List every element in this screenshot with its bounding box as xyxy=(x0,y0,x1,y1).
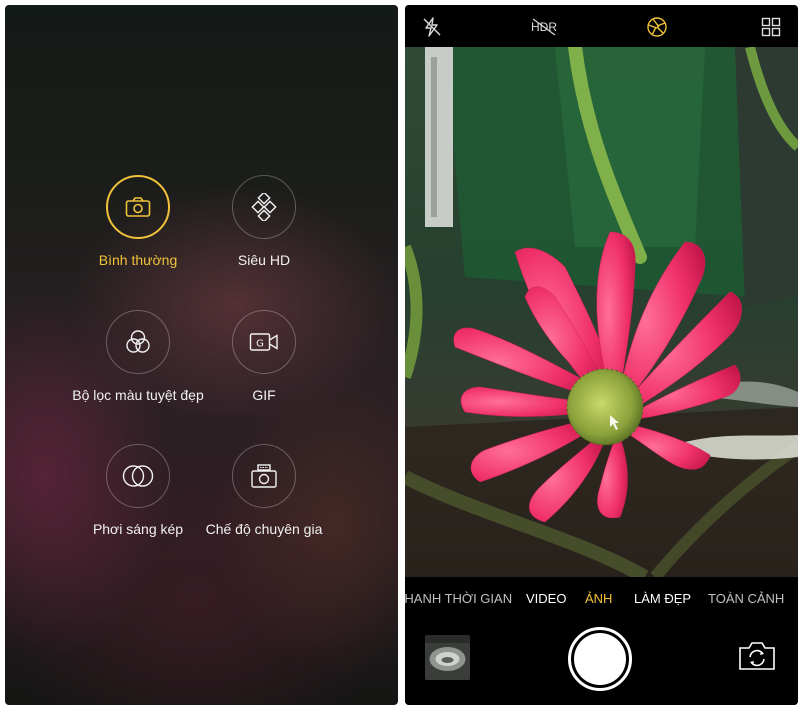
shutter-button-inner xyxy=(574,633,626,685)
camera-viewfinder[interactable] xyxy=(405,47,798,577)
double-exposure-icon xyxy=(122,465,154,487)
svg-text:G: G xyxy=(256,339,264,350)
shutter-button[interactable] xyxy=(568,627,632,691)
mode-super-hd[interactable]: Siêu HD xyxy=(184,175,344,268)
more-modes-button[interactable] xyxy=(759,15,783,39)
diamond-grid-icon xyxy=(251,193,277,221)
mode-tab-panorama[interactable]: TOÀN CẢNH xyxy=(708,591,784,606)
gif-camera-icon: G xyxy=(249,333,278,351)
mode-super-hd-circle xyxy=(232,175,296,239)
camera-top-bar: HDR xyxy=(405,5,798,47)
mode-gif-label: GIF xyxy=(252,387,276,403)
gallery-thumbnail[interactable] xyxy=(425,635,470,680)
mode-color-filter-circle xyxy=(106,310,170,374)
hdr-off-icon: HDR xyxy=(531,18,557,36)
mode-pro-circle xyxy=(232,444,296,508)
mode-pro-label: Chế độ chuyên gia xyxy=(205,521,323,537)
grid-menu-icon xyxy=(761,17,781,37)
mode-tab-beauty[interactable]: LÀM ĐẸP xyxy=(634,591,691,606)
camera-bottom-bar xyxy=(405,617,798,705)
camera-screen: HDR xyxy=(405,5,798,705)
mode-pro[interactable]: Chế độ chuyên gia xyxy=(184,444,344,537)
mode-super-hd-label: Siêu HD xyxy=(237,252,291,268)
mode-tab-timelapse[interactable]: NHANH THỜI GIAN xyxy=(405,591,512,606)
mode-picker-panel: Bình thường Siêu HD Bộ lọc màu tuyệt đẹp… xyxy=(5,5,398,705)
camera-mode-bar: NHANH THỜI GIAN VIDEO ẢNH LÀM ĐẸP TOÀN C… xyxy=(405,577,798,617)
mode-gif-circle: G xyxy=(232,310,296,374)
gallery-thumbnail-image xyxy=(425,635,470,680)
aperture-icon xyxy=(647,17,667,37)
pro-camera-icon xyxy=(251,464,277,488)
switch-camera-button[interactable] xyxy=(737,640,777,672)
hdr-toggle[interactable]: HDR xyxy=(527,15,561,39)
color-filter-icon xyxy=(126,330,150,353)
switch-camera-icon xyxy=(739,642,775,670)
flash-toggle[interactable] xyxy=(420,15,444,39)
mode-tab-photo[interactable]: ẢNH xyxy=(585,591,612,606)
mode-gif[interactable]: G GIF xyxy=(184,310,344,403)
aperture-button[interactable] xyxy=(645,15,669,39)
mode-double-exposure-circle xyxy=(106,444,170,508)
preview-image xyxy=(405,47,798,577)
flash-off-icon xyxy=(423,17,441,37)
mode-tab-video[interactable]: VIDEO xyxy=(526,591,566,606)
mode-normal-circle xyxy=(106,175,170,239)
camera-icon xyxy=(125,197,151,217)
